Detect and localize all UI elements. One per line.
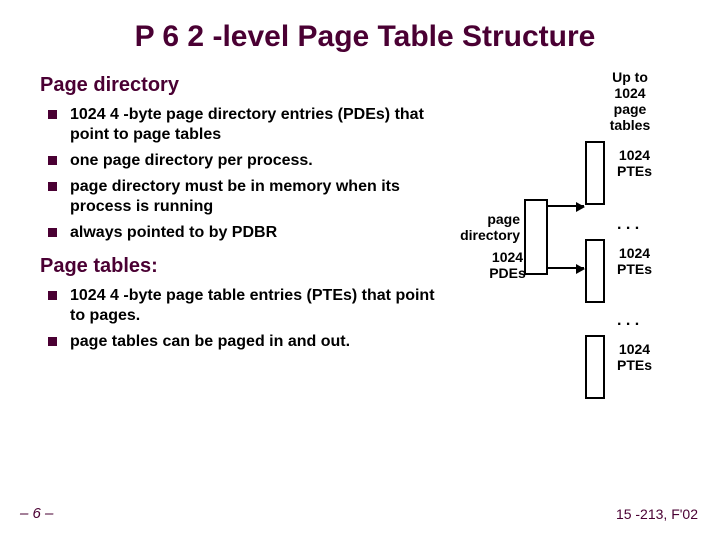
arrow-icon bbox=[548, 205, 584, 207]
bullet-item: always pointed to by PDBR bbox=[70, 223, 440, 243]
page-table-box bbox=[585, 141, 605, 205]
diagram-label-top: Up to 1024 page tables bbox=[600, 69, 660, 133]
bullet-item: page directory must be in memory when it… bbox=[70, 177, 440, 217]
ellipsis-icon: . . . bbox=[617, 216, 639, 234]
content-area: Page directory 1024 4 -byte page directo… bbox=[40, 69, 690, 409]
bullet-list: 1024 4 -byte page directory entries (PDE… bbox=[40, 105, 440, 243]
page-table-box bbox=[585, 239, 605, 303]
text-column: Page directory 1024 4 -byte page directo… bbox=[40, 69, 440, 409]
bullet-list: 1024 4 -byte page table entries (PTEs) t… bbox=[40, 286, 440, 352]
slide-title: P 6 2 -level Page Table Structure bbox=[40, 20, 690, 54]
arrow-icon bbox=[548, 267, 584, 269]
bullet-item: 1024 4 -byte page table entries (PTEs) t… bbox=[70, 286, 440, 326]
bullet-item: 1024 4 -byte page directory entries (PDE… bbox=[70, 105, 440, 145]
bullet-item: one page directory per process. bbox=[70, 151, 440, 171]
page-directory-label: page directory bbox=[450, 211, 520, 243]
page-table-box bbox=[585, 335, 605, 399]
ellipsis-icon: . . . bbox=[617, 312, 639, 330]
bullet-item: page tables can be paged in and out. bbox=[70, 332, 440, 352]
pdes-label: 1024 PDEs bbox=[485, 249, 530, 281]
page-table-diagram: Up to 1024 page tables 1024 PTEs . . . p… bbox=[450, 69, 680, 409]
ptes-label: 1024 PTEs bbox=[612, 147, 657, 179]
section-heading: Page directory bbox=[40, 74, 440, 97]
diagram-column: Up to 1024 page tables 1024 PTEs . . . p… bbox=[450, 69, 690, 409]
slide-number: – 6 – bbox=[20, 505, 53, 522]
course-footer: 15 -213, F'02 bbox=[616, 506, 698, 522]
ptes-label: 1024 PTEs bbox=[612, 245, 657, 277]
ptes-label: 1024 PTEs bbox=[612, 341, 657, 373]
section-heading: Page tables: bbox=[40, 255, 440, 278]
